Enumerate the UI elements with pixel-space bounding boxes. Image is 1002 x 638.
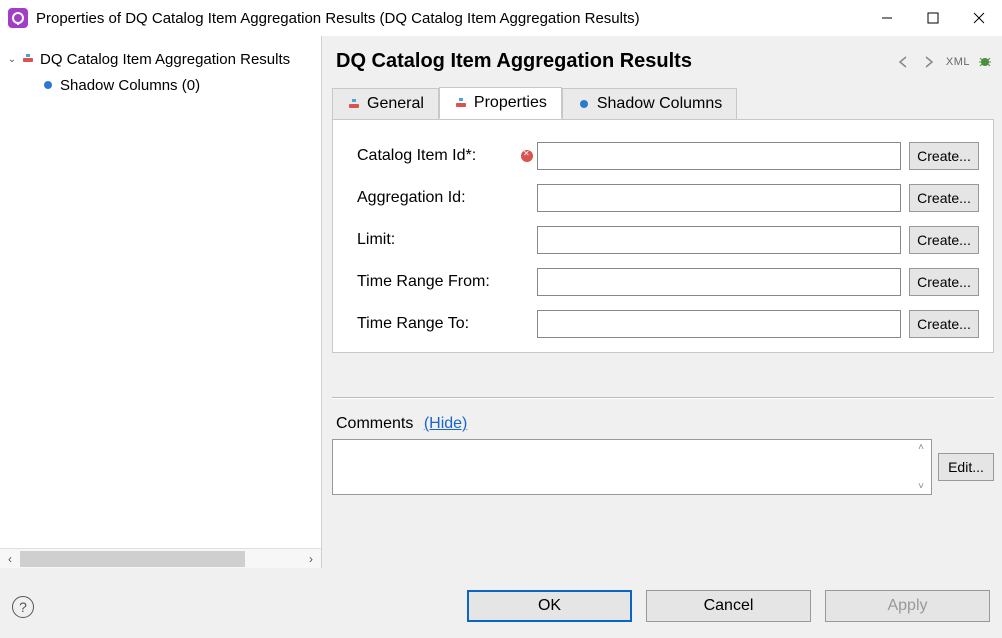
scroll-down-icon[interactable]: ˅	[918, 481, 924, 492]
close-button[interactable]	[956, 0, 1002, 36]
tree-panel: ⌄ DQ Catalog Item Aggregation Results Sh…	[0, 36, 322, 568]
time-from-label: Time Range From:	[357, 273, 517, 291]
properties-tab-icon	[454, 96, 468, 110]
minimize-button[interactable]	[864, 0, 910, 36]
tree-root-label: DQ Catalog Item Aggregation Results	[40, 51, 290, 68]
page-title: DQ Catalog Item Aggregation Results	[336, 50, 692, 73]
limit-label: Limit:	[357, 231, 517, 249]
limit-input[interactable]	[537, 226, 901, 254]
time-to-input[interactable]	[537, 310, 901, 338]
scroll-right-icon[interactable]: ›	[301, 549, 321, 569]
comments-edit-button[interactable]: Edit...	[938, 453, 994, 481]
maximize-button[interactable]	[910, 0, 956, 36]
time-to-label: Time Range To:	[357, 315, 517, 333]
properties-tabpage: Catalog Item Id*: Create... Aggregation …	[332, 119, 994, 353]
tree-caret-icon[interactable]: ⌄	[4, 54, 20, 65]
tree-child-label: Shadow Columns (0)	[60, 77, 200, 94]
ok-button[interactable]: OK	[467, 590, 632, 622]
bullet-icon	[40, 77, 56, 93]
apply-button[interactable]: Apply	[825, 590, 990, 622]
comments-textarea[interactable]: ˄ ˅	[332, 439, 932, 495]
general-tab-icon	[347, 97, 361, 111]
time-from-input[interactable]	[537, 268, 901, 296]
xml-button[interactable]: XML	[946, 56, 970, 68]
separator	[332, 397, 994, 399]
tab-properties[interactable]: Properties	[439, 87, 562, 119]
titlebar: Properties of DQ Catalog Item Aggregatio…	[0, 0, 1002, 36]
cancel-button[interactable]: Cancel	[646, 590, 811, 622]
limit-create-button[interactable]: Create...	[909, 226, 979, 254]
time-from-create-button[interactable]: Create...	[909, 268, 979, 296]
nav-forward-icon[interactable]	[922, 56, 938, 68]
scroll-up-icon[interactable]: ˄	[918, 442, 924, 453]
step-icon	[20, 51, 36, 67]
aggregation-id-input[interactable]	[537, 184, 901, 212]
tab-shadow-columns[interactable]: Shadow Columns	[562, 88, 737, 119]
catalog-item-id-input[interactable]	[537, 142, 901, 170]
bug-icon[interactable]	[978, 55, 992, 69]
comments-hide-link[interactable]: (Hide)	[424, 415, 468, 432]
nav-back-icon[interactable]	[898, 56, 914, 68]
tree-child-shadow-columns[interactable]: Shadow Columns (0)	[0, 72, 321, 98]
app-icon	[8, 8, 28, 28]
error-icon	[517, 150, 537, 162]
tree-hscrollbar[interactable]: ‹ ›	[0, 548, 321, 568]
scroll-left-icon[interactable]: ‹	[0, 549, 20, 569]
window-title: Properties of DQ Catalog Item Aggregatio…	[36, 10, 640, 27]
time-to-create-button[interactable]: Create...	[909, 310, 979, 338]
catalog-item-id-label: Catalog Item Id*:	[357, 147, 517, 165]
aggregation-id-create-button[interactable]: Create...	[909, 184, 979, 212]
help-button[interactable]: ?	[12, 596, 34, 618]
comments-vscrollbar[interactable]: ˄ ˅	[911, 440, 931, 494]
aggregation-id-label: Aggregation Id:	[357, 189, 517, 207]
comments-label: Comments	[336, 415, 413, 432]
tree-root[interactable]: ⌄ DQ Catalog Item Aggregation Results	[0, 46, 321, 72]
catalog-item-id-create-button[interactable]: Create...	[909, 142, 979, 170]
tab-general[interactable]: General	[332, 88, 439, 119]
shadow-tab-icon	[577, 97, 591, 111]
